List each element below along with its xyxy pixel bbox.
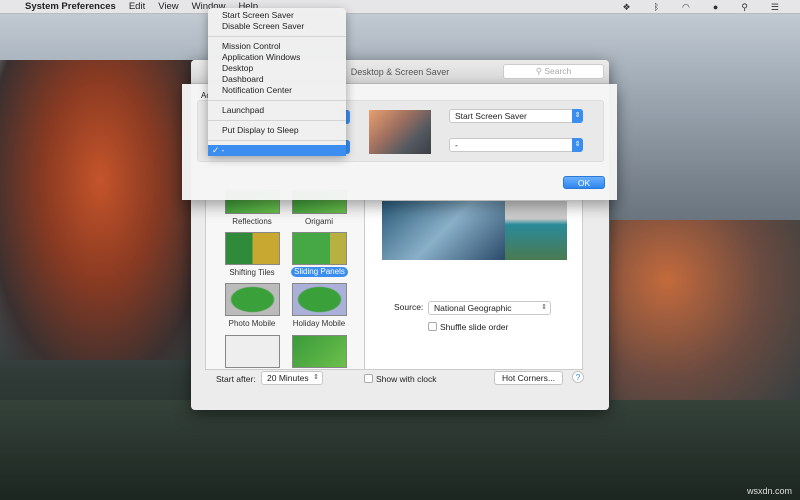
saver-thumb[interactable] <box>292 335 347 368</box>
menu-bar: System Preferences Edit View Window Help… <box>0 0 800 14</box>
corner-action-menu: Start Screen Saver Disable Screen Saver … <box>208 8 346 156</box>
menu-separator <box>208 120 346 121</box>
menu-item[interactable]: Disable Screen Saver <box>208 21 346 32</box>
dropbox-icon[interactable]: ❖ <box>623 0 631 14</box>
updown-icon: ⇕ <box>572 109 583 123</box>
updown-icon: ⇕ <box>313 374 319 381</box>
help-button[interactable]: ? <box>572 371 584 383</box>
menu-view[interactable]: View <box>158 1 178 12</box>
bluetooth-icon[interactable]: ᛒ <box>654 0 659 14</box>
saver-thumb-shifting-tiles[interactable] <box>225 232 280 265</box>
preview-pane: Source: National Geographic ⇕ Shuffle sli… <box>365 180 583 370</box>
bottom-right-corner-select[interactable]: - ⇕ <box>449 138 583 152</box>
show-clock-label[interactable]: Show with clock <box>376 374 436 384</box>
wallpaper-cliff <box>610 220 800 420</box>
checkmark-icon: ✓ <box>212 145 220 155</box>
updown-icon: ⇕ <box>572 138 583 152</box>
menu-item[interactable]: Dashboard <box>208 74 346 85</box>
saver-label[interactable]: Shifting Tiles <box>217 268 287 277</box>
saver-thumb-holiday-mobile[interactable] <box>292 283 347 316</box>
source-label: Source: <box>394 302 424 312</box>
wifi-icon[interactable]: ◠ <box>682 0 690 14</box>
start-after-label: Start after: <box>216 374 256 384</box>
show-clock-checkbox[interactable] <box>364 374 373 383</box>
screen-thumbnail <box>369 110 431 154</box>
wallpaper-mountain <box>0 60 200 360</box>
saver-thumb-sliding-panels[interactable] <box>292 232 347 265</box>
saver-label[interactable]: Reflections <box>217 217 287 226</box>
top-right-corner-select[interactable]: Start Screen Saver ⇕ <box>449 109 583 123</box>
search-input[interactable]: ⚲ Search <box>503 64 604 79</box>
menu-item[interactable]: Start Screen Saver <box>208 10 346 21</box>
notification-list-icon[interactable]: ☰ <box>771 0 779 14</box>
updown-icon: ⇕ <box>541 304 547 311</box>
watermark: wsxdn.com <box>746 486 792 496</box>
shuffle-checkbox[interactable] <box>428 322 437 331</box>
menu-item[interactable]: Mission Control <box>208 41 346 52</box>
saver-label[interactable]: Holiday Mobile <box>284 319 354 328</box>
start-after-select[interactable]: 20 Minutes ⇕ <box>261 371 323 385</box>
ok-button[interactable]: OK <box>563 176 605 189</box>
source-select[interactable]: National Geographic ⇕ <box>428 301 551 315</box>
menu-item[interactable]: Put Display to Sleep <box>208 125 346 136</box>
spotlight-icon[interactable]: ⚲ <box>741 0 748 14</box>
menu-separator <box>208 36 346 37</box>
menu-item[interactable]: Application Windows <box>208 52 346 63</box>
preview-image-2 <box>505 201 567 260</box>
menu-item[interactable]: Launchpad <box>208 105 346 116</box>
menu-edit[interactable]: Edit <box>129 1 145 12</box>
menu-item[interactable]: Desktop <box>208 63 346 74</box>
hot-corners-button[interactable]: Hot Corners... <box>494 371 563 385</box>
saver-thumb[interactable] <box>225 335 280 368</box>
saver-list[interactable]: Reflections Origami Shifting Tiles Slidi… <box>205 180 365 370</box>
saver-thumb-photo-mobile[interactable] <box>225 283 280 316</box>
preview-image <box>382 201 505 260</box>
shuffle-label[interactable]: Shuffle slide order <box>440 322 508 332</box>
user-icon[interactable]: ● <box>713 0 718 14</box>
wallpaper-forest <box>0 400 800 500</box>
menu-item[interactable]: Notification Center <box>208 85 346 96</box>
saver-label-selected[interactable]: Sliding Panels <box>291 267 348 277</box>
saver-label[interactable]: Photo Mobile <box>217 319 287 328</box>
saver-label[interactable]: Origami <box>284 217 354 226</box>
menu-separator <box>208 140 346 141</box>
menu-item-selected[interactable]: ✓ - <box>208 145 346 156</box>
menu-separator <box>208 100 346 101</box>
menu-app[interactable]: System Preferences <box>25 1 116 12</box>
